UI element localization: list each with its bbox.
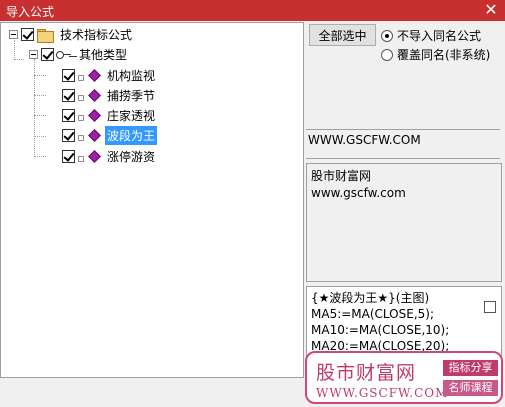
- gem-icon: [88, 89, 100, 103]
- code-line: MA5:=MA(CLOSE,5);: [311, 307, 434, 321]
- tree-connector: [34, 156, 46, 157]
- tree-item-label: 捕捞季节: [107, 89, 156, 103]
- description-line: www.gscfw.com: [311, 186, 406, 200]
- tree-item-label: 涨停游资: [107, 150, 156, 164]
- formula-description: 股市财富网 www.gscfw.com: [306, 163, 502, 282]
- tree-node-root[interactable]: 技术指标公式: [9, 25, 134, 44]
- window-title: 导入公式: [6, 5, 55, 19]
- tree-item[interactable]: 涨停游资: [62, 147, 157, 166]
- tree-item-selected[interactable]: 波段为王: [62, 126, 158, 145]
- watermark-url: WWW.GSCFW.COM: [316, 386, 449, 400]
- close-icon[interactable]: ✕: [483, 1, 499, 19]
- tree-node-group[interactable]: 其他类型: [29, 45, 129, 64]
- formula-type-icon: [78, 92, 86, 101]
- formula-tree[interactable]: 技术指标公式 其他类型 机构监视 捕捞季节 庄家透视 波段为王 涨停游资: [0, 22, 304, 378]
- collapse-icon[interactable]: [9, 30, 18, 39]
- formula-type-icon: [78, 153, 86, 162]
- tree-connector: [34, 136, 46, 137]
- tree-item-label: 波段为王: [105, 126, 158, 145]
- watermark-tag: 名师课程: [443, 380, 498, 396]
- item-checkbox[interactable]: [62, 109, 75, 122]
- watermark-title: 股市财富网: [316, 362, 417, 384]
- radio-button[interactable]: [381, 48, 393, 61]
- gem-icon: [88, 150, 100, 164]
- folder-icon: [37, 28, 54, 43]
- watermark-tag: 指标分享: [443, 360, 498, 376]
- gem-icon: [88, 129, 100, 143]
- tree-item[interactable]: 机构监视: [62, 66, 157, 85]
- radio-label: 不导入同名公式: [397, 29, 482, 43]
- code-line: MA10:=MA(CLOSE,10);: [311, 323, 450, 337]
- item-checkbox[interactable]: [62, 89, 75, 102]
- gem-icon: [88, 69, 100, 83]
- tree-item-label: 庄家透视: [107, 109, 156, 123]
- formula-type-icon: [78, 72, 86, 81]
- title-bar: 导入公式 ✕: [0, 0, 505, 21]
- tree-item[interactable]: 庄家透视: [62, 106, 157, 125]
- tree-item[interactable]: 捕捞季节: [62, 86, 157, 105]
- root-checkbox[interactable]: [21, 28, 34, 41]
- description-line: 股市财富网: [311, 169, 372, 183]
- radio-skip-duplicates[interactable]: 不导入同名公式: [381, 27, 481, 44]
- tree-connector: [34, 95, 46, 96]
- tree-connector: [34, 59, 35, 157]
- formula-source-url: WWW.GSCFW.COM: [306, 129, 500, 159]
- tree-node-label: 技术指标公式: [60, 28, 133, 42]
- code-line: {★波段为王★}(主图): [311, 291, 430, 305]
- formula-type-icon: [78, 112, 86, 121]
- code-option-checkbox[interactable]: [484, 301, 496, 313]
- tree-item-label: 机构监视: [107, 69, 156, 83]
- tree-connector: [34, 75, 46, 76]
- radio-overwrite-duplicates[interactable]: 覆盖同名(非系统): [381, 46, 490, 63]
- key-icon: [56, 49, 72, 61]
- tree-connector: [14, 59, 24, 60]
- site-watermark: 股市财富网 WWW.GSCFW.COM 指标分享 名师课程: [305, 351, 503, 404]
- tree-node-label: 其他类型: [79, 48, 128, 62]
- item-checkbox[interactable]: [62, 129, 75, 142]
- select-all-button[interactable]: 全部选中: [309, 24, 376, 46]
- item-checkbox[interactable]: [62, 150, 75, 163]
- collapse-icon[interactable]: [29, 50, 38, 59]
- radio-button[interactable]: [381, 29, 393, 42]
- gem-icon: [88, 109, 100, 123]
- formula-type-icon: [78, 132, 86, 141]
- radio-label: 覆盖同名(非系统): [397, 48, 491, 62]
- item-checkbox[interactable]: [62, 69, 75, 82]
- group-checkbox[interactable]: [41, 48, 54, 61]
- tree-connector: [34, 115, 46, 116]
